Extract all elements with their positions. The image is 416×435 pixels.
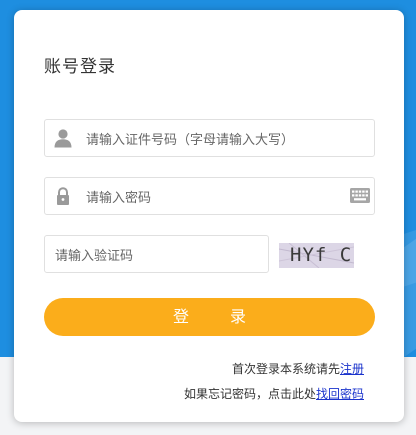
captcha-placeholder: 请输入验证码 [55, 249, 134, 264]
captcha-input[interactable]: 请输入验证码 [44, 235, 269, 273]
forgot-password-prompt: 如果忘记密码，点击此处 [183, 387, 316, 401]
id-number-placeholder: 请输入证件号码（字母请输入大写） [86, 133, 295, 148]
lock-icon [53, 186, 73, 206]
login-title: 账号登录 [44, 57, 116, 77]
register-link[interactable]: 注册 [340, 362, 364, 376]
forgot-password-line: 如果忘记密码，点击此处找回密码 [184, 385, 364, 402]
password-placeholder: 请输入密码 [86, 191, 152, 206]
recover-password-link[interactable]: 找回密码 [316, 387, 364, 401]
register-line: 首次登录本系统请先注册 [232, 360, 364, 377]
login-page: 账号登录 请输入证件号码（字母请输入大写） 请输入密码 请输入验证码 HYf C… [0, 0, 416, 435]
captcha-image[interactable]: HYf C [279, 243, 354, 268]
login-button[interactable]: 登 录 [44, 298, 375, 336]
id-number-input[interactable]: 请输入证件号码（字母请输入大写） [44, 119, 375, 157]
register-prompt: 首次登录本系统请先 [231, 362, 340, 376]
keyboard-icon[interactable] [350, 188, 370, 203]
password-input[interactable]: 请输入密码 [44, 177, 375, 215]
captcha-text: HYf C [290, 244, 353, 266]
login-card: 账号登录 请输入证件号码（字母请输入大写） 请输入密码 请输入验证码 HYf C… [14, 10, 404, 422]
user-icon [53, 128, 73, 148]
